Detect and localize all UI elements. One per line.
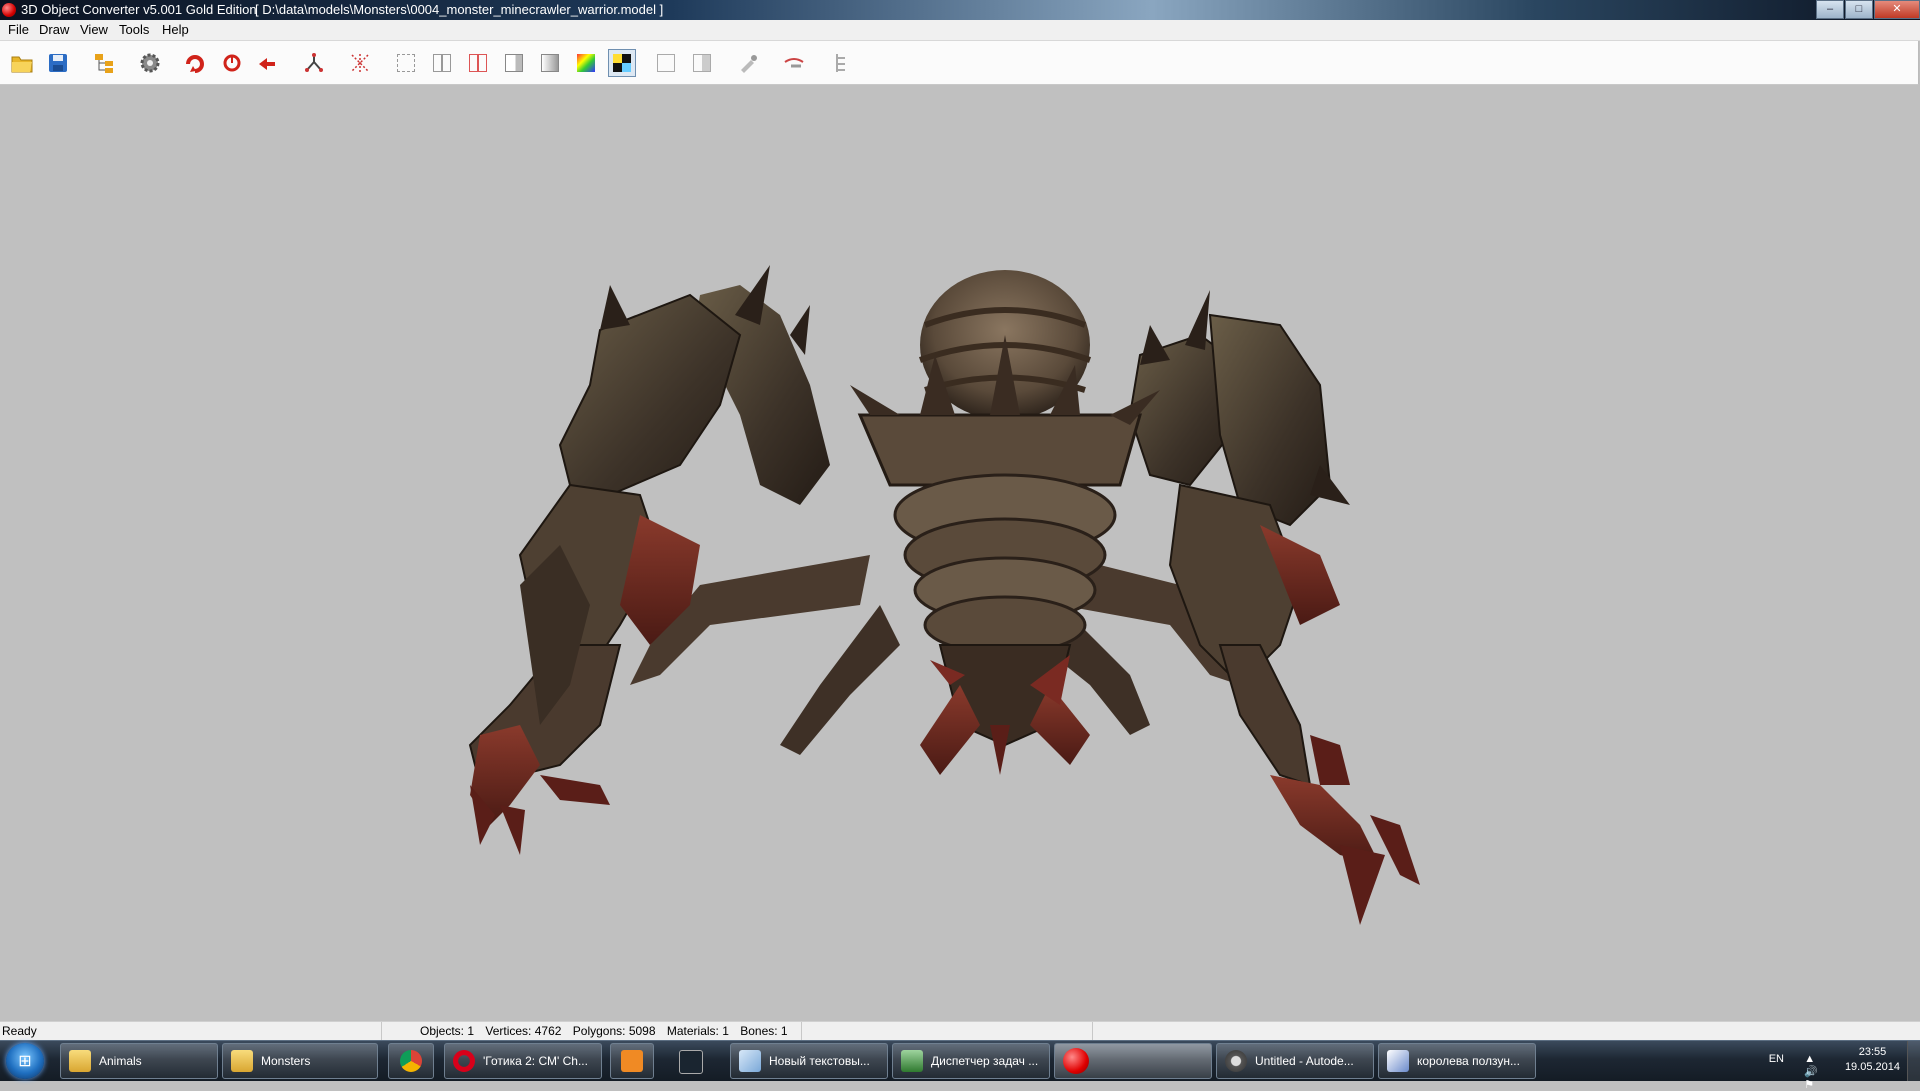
paint-icon (1387, 1050, 1409, 1072)
axes-icon[interactable] (346, 49, 374, 77)
monitor-icon (679, 1050, 703, 1074)
minimize-button[interactable]: – (1816, 0, 1844, 19)
pan-icon[interactable] (254, 49, 282, 77)
menu-draw[interactable]: Draw (39, 20, 69, 40)
status-ready-text: Ready (2, 1024, 37, 1038)
start-button[interactable]: ⊞ (6, 1043, 44, 1079)
folder-icon (231, 1050, 253, 1072)
tree-icon[interactable] (90, 49, 118, 77)
normals-icon[interactable] (652, 49, 680, 77)
status-stats: Objects: 1 Vertices: 4762 Polygons: 5098… (384, 1022, 802, 1041)
status-objects: Objects: 1 (420, 1024, 475, 1038)
taskbar-item-paint[interactable]: королева ползун... (1378, 1043, 1536, 1079)
taskbar-item-task-manager[interactable]: Диспетчер задач ... (892, 1043, 1050, 1079)
hierarchy-icon[interactable] (826, 49, 854, 77)
taskbar-item-monsters[interactable]: Monsters (222, 1043, 378, 1079)
paint-icon[interactable] (734, 49, 762, 77)
taskbar-item-chrome[interactable] (388, 1043, 434, 1079)
window-controls: – □ ✕ (1815, 0, 1920, 19)
tray-icons[interactable]: ▲🔊⚑ (1804, 1053, 1824, 1091)
menu-tools[interactable]: Tools (119, 20, 149, 40)
menu-help[interactable]: Help (162, 20, 189, 40)
media-player-icon (621, 1050, 643, 1072)
save-icon[interactable] (44, 49, 72, 77)
chrome-icon (400, 1050, 422, 1072)
window-title: 3D Object Converter v5.001 Gold Edition (21, 2, 257, 17)
flat-shade-icon[interactable] (500, 49, 528, 77)
clock-date: 19.05.2014 (1844, 1061, 1900, 1073)
clock[interactable]: 23:55 19.05.2014 (1845, 1045, 1900, 1075)
status-vertices: Vertices: 4762 (485, 1024, 562, 1038)
wireframe-front-icon[interactable] (392, 49, 420, 77)
menu-view[interactable]: View (80, 20, 108, 40)
notepad-icon (739, 1050, 761, 1072)
settings-gear-icon[interactable] (136, 49, 164, 77)
status-ready: Ready (0, 1022, 382, 1041)
status-materials: Materials: 1 (666, 1024, 729, 1038)
smooth-shade-icon[interactable] (536, 49, 564, 77)
menu-bar: File Draw View Tools Help (0, 20, 1920, 41)
menu-file[interactable]: File (8, 20, 29, 40)
normals-alt-icon[interactable] (688, 49, 716, 77)
taskbar-item-media-player[interactable] (610, 1043, 654, 1079)
bones-icon[interactable] (300, 49, 328, 77)
taskbar-item-3d-converter[interactable] (1054, 1043, 1212, 1079)
clock-time: 23:55 (1858, 1046, 1887, 1058)
orbit-icon[interactable] (218, 49, 246, 77)
open-folder-icon[interactable] (8, 49, 36, 77)
title-bar[interactable]: 3D Object Converter v5.001 Gold Edition … (0, 0, 1920, 20)
maximize-button[interactable]: □ (1845, 0, 1873, 19)
taskbar-item-monitor[interactable] (662, 1043, 720, 1079)
brush-icon[interactable] (780, 49, 808, 77)
status-polygons: Polygons: 5098 (572, 1024, 656, 1038)
show-desktop-button[interactable] (1907, 1041, 1920, 1081)
status-bones: Bones: 1 (740, 1024, 788, 1038)
autodesk-icon (1225, 1050, 1247, 1072)
toolbar (0, 41, 1919, 85)
window-file-path: [ D:\data\models\Monsters\0004_monster_m… (255, 2, 664, 17)
3d-viewport[interactable] (0, 85, 1918, 1021)
status-empty-1 (804, 1022, 1093, 1041)
minecrawler-model-render (468, 265, 1420, 925)
wireframe-side-icon[interactable] (428, 49, 456, 77)
rotate-icon[interactable] (181, 49, 209, 77)
wireframe-red-icon[interactable] (464, 49, 492, 77)
folder-icon (69, 1050, 91, 1072)
taskbar-item-autodesk[interactable]: Untitled - Autode... (1216, 1043, 1374, 1079)
opera-icon (453, 1050, 475, 1072)
app-icon[interactable] (2, 3, 16, 17)
color-shade-icon[interactable] (572, 49, 600, 77)
texture-icon[interactable] (608, 49, 636, 77)
taskbar-item-opera[interactable]: 'Готика 2: СМ' Ch... (444, 1043, 602, 1079)
language-indicator[interactable]: EN (1769, 1053, 1784, 1065)
taskbar: ⊞ Animals Monsters 'Готика 2: СМ' Ch... … (0, 1040, 1920, 1091)
task-manager-icon (901, 1050, 923, 1072)
status-bar: Ready Objects: 1 Vertices: 4762 Polygons… (0, 1021, 1920, 1041)
converter-icon (1063, 1048, 1089, 1074)
close-button[interactable]: ✕ (1874, 0, 1920, 19)
taskbar-item-notepad[interactable]: Новый текстовы... (730, 1043, 888, 1079)
taskbar-item-animals[interactable]: Animals (60, 1043, 218, 1079)
